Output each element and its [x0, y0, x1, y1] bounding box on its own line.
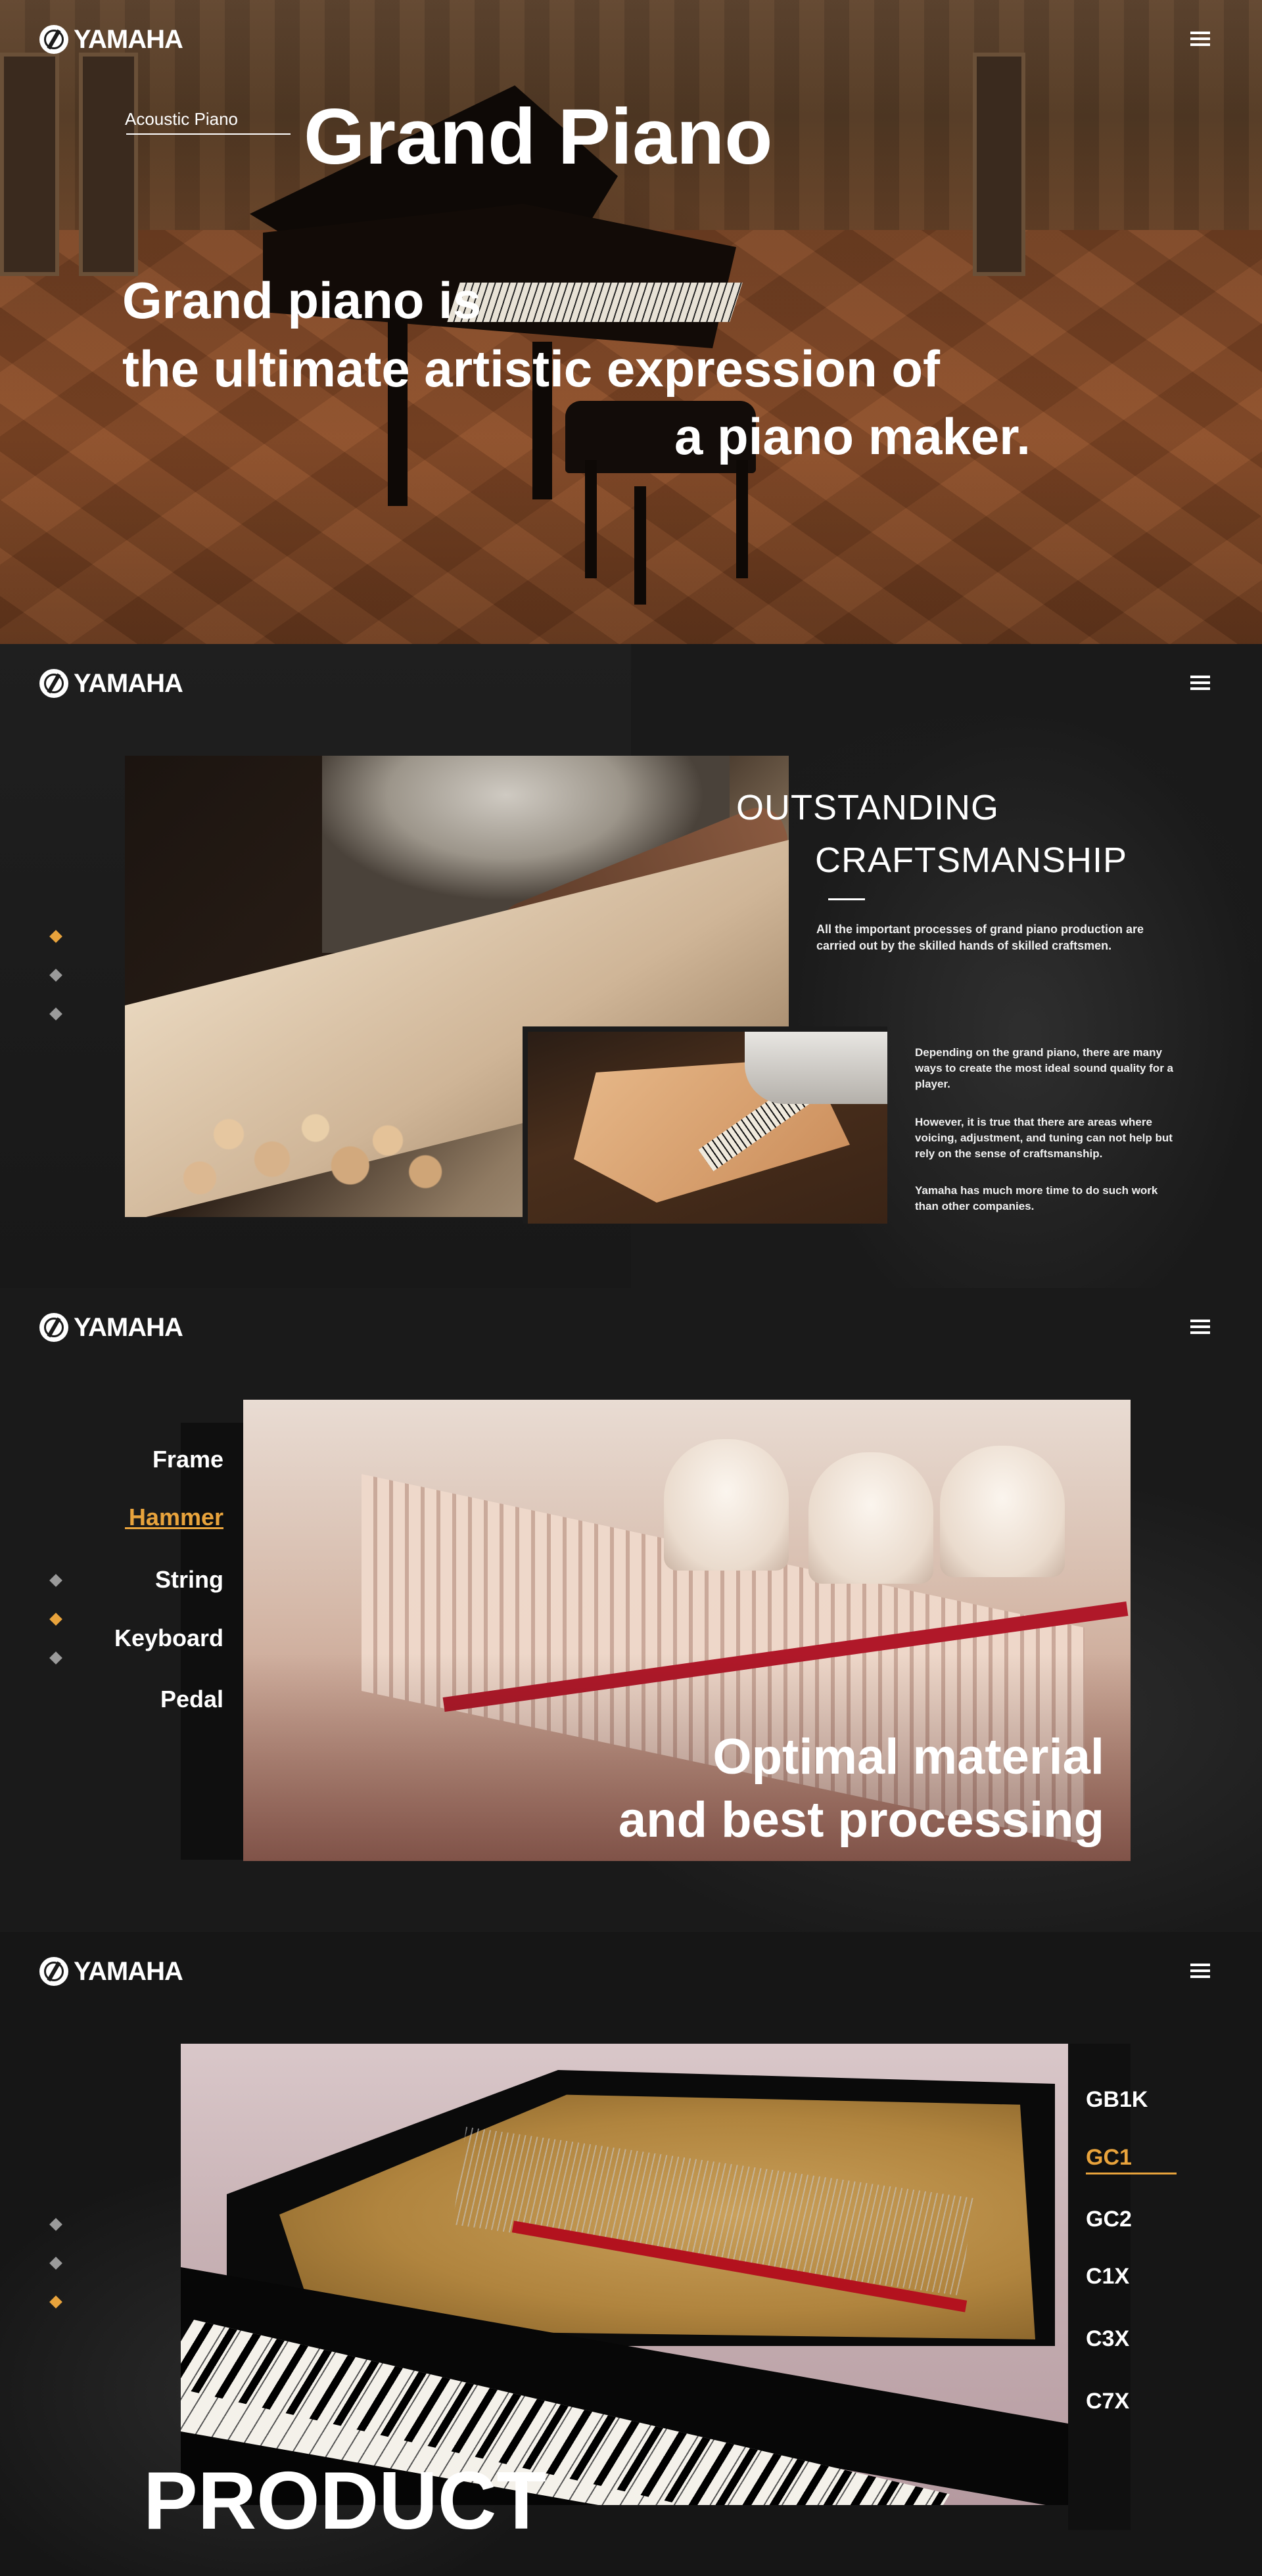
yamaha-logo[interactable]: YAMAHA [39, 1956, 183, 1987]
yamaha-emblem-icon [39, 1313, 68, 1342]
category-link[interactable]: Acoustic Piano [125, 109, 238, 129]
section-dot-2[interactable] [49, 1613, 62, 1626]
section-dot-1[interactable] [49, 1574, 62, 1587]
site-header: YAMAHA [0, 0, 1262, 79]
component-tab-keyboard[interactable]: Keyboard [114, 1624, 223, 1652]
hamburger-menu-icon[interactable] [1190, 30, 1210, 47]
model-link-c7x[interactable]: C7X [1086, 2389, 1129, 2414]
product-section-title: PRODUCT [143, 2456, 547, 2546]
bench-leg-image [634, 486, 646, 605]
grand-piano-keys-image [447, 283, 743, 322]
craftsmanship-lead-text: All the important processes of grand pia… [816, 923, 1144, 952]
section-dot-3[interactable] [49, 1651, 62, 1665]
category-link-underline [126, 133, 291, 135]
section-title-line1: OUTSTANDING [736, 788, 999, 827]
model-link-gb1k[interactable]: GB1K [1086, 2087, 1148, 2113]
logo-wordmark: YAMAHA [74, 668, 183, 698]
yamaha-emblem-icon [39, 25, 68, 54]
hero-section: YAMAHA Acoustic Piano Grand Piano Grand … [0, 0, 1262, 644]
component-caption-line1: Optimal material [713, 1729, 1104, 1785]
section-title-line2: CRAFTSMANSHIP [815, 840, 1128, 880]
component-tab-frame[interactable]: Frame [152, 1446, 223, 1473]
logo-wordmark: YAMAHA [74, 24, 183, 54]
craftsman-adjusting-piano-image [523, 1026, 887, 1224]
craftsmanship-paragraph: Depending on the grand piano, there are … [915, 1046, 1173, 1090]
bench-leg-image [736, 460, 748, 578]
components-section: YAMAHA Optimal material and best process… [0, 1288, 1262, 1932]
logo-wordmark: YAMAHA [74, 1956, 183, 1986]
craftsmanship-paragraph: However, it is true that there are areas… [915, 1116, 1173, 1160]
yamaha-logo[interactable]: YAMAHA [39, 1312, 183, 1343]
section-dot-3[interactable] [49, 2295, 62, 2309]
section-dot-1[interactable] [49, 930, 62, 943]
hamburger-menu-icon[interactable] [1190, 1962, 1210, 1979]
title-divider [828, 898, 865, 900]
craftsmanship-paragraph: Yamaha has much more time to do such wor… [915, 1184, 1158, 1212]
hero-door-image [79, 53, 138, 276]
model-link-c3x[interactable]: C3X [1086, 2326, 1129, 2352]
yamaha-logo[interactable]: YAMAHA [39, 24, 183, 55]
site-header: YAMAHA [0, 1932, 1262, 2011]
section-dot-3[interactable] [49, 1007, 62, 1021]
yamaha-logo[interactable]: YAMAHA [39, 668, 183, 699]
component-tab-pedal[interactable]: Pedal [160, 1686, 223, 1713]
hamburger-menu-icon[interactable] [1190, 674, 1210, 691]
component-caption-line2: and best processing [618, 1792, 1104, 1848]
hero-door-image [973, 53, 1025, 276]
page-title: Grand Piano [304, 93, 773, 181]
section-dot-2[interactable] [49, 969, 62, 982]
model-link-gc2[interactable]: GC2 [1086, 2207, 1132, 2232]
hero-tagline-line3: a piano maker. [674, 407, 1031, 465]
product-section: YAMAHA GB1K GC1 GC2 C1X C3X C7X PRODUCT [0, 1932, 1262, 2576]
model-link-gc1[interactable]: GC1 [1086, 2145, 1132, 2171]
active-model-underline [1086, 2173, 1177, 2174]
bench-leg-image [585, 460, 597, 578]
section-dot-1[interactable] [49, 2218, 62, 2231]
hero-door-image [0, 53, 59, 276]
section-dot-2[interactable] [49, 2257, 62, 2270]
craftsmanship-section: YAMAHA OUTSTANDING CRAFTSMANSHIP All the… [0, 644, 1262, 1288]
hero-tagline-line1: Grand piano is [122, 271, 482, 329]
grand-piano-product-image [181, 2044, 1068, 2505]
yamaha-emblem-icon [39, 669, 68, 698]
active-tab-underline [125, 1527, 223, 1529]
model-link-c1x[interactable]: C1X [1086, 2264, 1129, 2289]
logo-wordmark: YAMAHA [74, 1312, 183, 1342]
yamaha-emblem-icon [39, 1957, 68, 1986]
component-tab-string[interactable]: String [155, 1566, 223, 1594]
hamburger-menu-icon[interactable] [1190, 1318, 1210, 1335]
site-header: YAMAHA [0, 644, 1262, 723]
hero-tagline-line2: the ultimate artistic expression of [122, 340, 941, 398]
site-header: YAMAHA [0, 1288, 1262, 1367]
